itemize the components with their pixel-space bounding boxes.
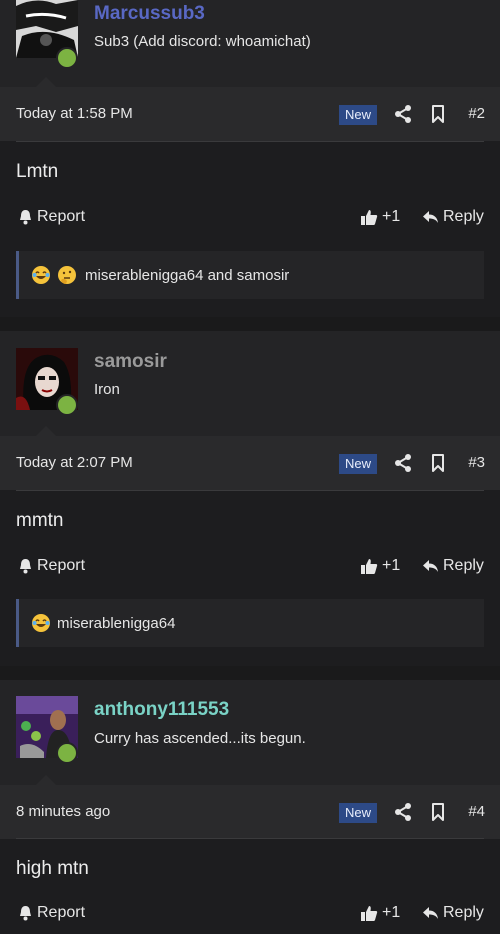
online-status-icon xyxy=(56,394,78,416)
post-body: high mtn xyxy=(16,858,89,879)
reaction-users: miserablenigga64 xyxy=(57,614,176,632)
username[interactable]: Marcussub3 xyxy=(94,3,205,25)
divider xyxy=(16,141,484,142)
reply-label: Reply xyxy=(443,904,484,921)
like-count: +1 xyxy=(382,208,401,225)
divider xyxy=(16,490,484,491)
report-label: Report xyxy=(37,208,86,225)
like-button[interactable]: +1 xyxy=(360,557,400,575)
reactions-bar[interactable]: miserablenigga64 xyxy=(16,599,484,647)
reply-label: Reply xyxy=(443,557,484,574)
thumbs-up-icon xyxy=(361,559,378,574)
thumbs-up-icon xyxy=(361,906,378,921)
reactions-bar[interactable]: miserablenigga64 and samosir xyxy=(16,251,484,299)
report-button[interactable]: Report xyxy=(18,904,85,922)
post-timestamp[interactable]: 8 minutes ago xyxy=(16,803,110,820)
reply-button[interactable]: Reply xyxy=(422,557,484,575)
post-separator xyxy=(0,317,500,331)
new-badge: New xyxy=(339,803,378,823)
reply-icon xyxy=(423,907,438,919)
bookmark-icon[interactable] xyxy=(428,104,448,124)
share-icon[interactable] xyxy=(393,453,413,473)
user-title: Sub3 (Add discord: whoamichat) xyxy=(94,33,311,50)
share-icon[interactable] xyxy=(393,104,413,124)
report-button[interactable]: Report xyxy=(18,208,85,226)
new-badge: New xyxy=(339,454,378,474)
post-number[interactable]: #3 xyxy=(468,454,485,471)
like-button[interactable]: +1 xyxy=(360,208,400,226)
user-header: Marcussub3 Sub3 (Add discord: whoamichat… xyxy=(0,0,500,87)
like-count: +1 xyxy=(382,557,401,574)
bell-icon xyxy=(20,906,31,921)
post-number[interactable]: #4 xyxy=(468,803,485,820)
reply-icon xyxy=(423,560,438,572)
reply-button[interactable]: Reply xyxy=(422,904,484,922)
thinking-emoji-icon xyxy=(57,265,77,285)
username[interactable]: anthony111553 xyxy=(94,699,229,721)
bell-icon xyxy=(20,210,31,225)
like-count: +1 xyxy=(382,904,401,921)
new-badge: New xyxy=(339,105,378,125)
post-timestamp[interactable]: Today at 1:58 PM xyxy=(16,105,133,122)
reaction-users: miserablenigga64 and samosir xyxy=(85,266,290,284)
post-meta-bar: Today at 2:07 PM New #3 xyxy=(0,436,500,490)
username[interactable]: samosir xyxy=(94,351,167,373)
post-separator xyxy=(0,666,500,680)
online-status-icon xyxy=(56,47,78,69)
joy-emoji-icon xyxy=(31,613,51,633)
user-title: Curry has ascended...its begun. xyxy=(94,730,306,747)
joy-emoji-icon xyxy=(31,265,51,285)
user-title: Iron xyxy=(94,381,120,398)
like-button[interactable]: +1 xyxy=(360,904,400,922)
caret xyxy=(36,77,56,87)
user-header: anthony111553 Curry has ascended...its b… xyxy=(0,680,500,785)
post-meta-bar: 8 minutes ago New #4 xyxy=(0,785,500,839)
reply-label: Reply xyxy=(443,208,484,225)
report-button[interactable]: Report xyxy=(18,557,85,575)
reply-button[interactable]: Reply xyxy=(422,208,484,226)
user-header: samosir Iron xyxy=(0,331,500,436)
caret xyxy=(36,426,56,436)
post-timestamp[interactable]: Today at 2:07 PM xyxy=(16,454,133,471)
bookmark-icon[interactable] xyxy=(428,453,448,473)
report-label: Report xyxy=(37,904,86,921)
caret xyxy=(36,775,56,785)
divider xyxy=(16,838,484,839)
thumbs-up-icon xyxy=(361,210,378,225)
bookmark-icon[interactable] xyxy=(428,802,448,822)
report-label: Report xyxy=(37,557,86,574)
post-meta-bar: Today at 1:58 PM New #2 xyxy=(0,87,500,141)
online-status-icon xyxy=(56,742,78,764)
share-icon[interactable] xyxy=(393,802,413,822)
bell-icon xyxy=(20,559,31,574)
reply-icon xyxy=(423,211,438,223)
post-number[interactable]: #2 xyxy=(468,105,485,122)
post-body: mmtn xyxy=(16,510,64,531)
post-body: Lmtn xyxy=(16,161,59,182)
